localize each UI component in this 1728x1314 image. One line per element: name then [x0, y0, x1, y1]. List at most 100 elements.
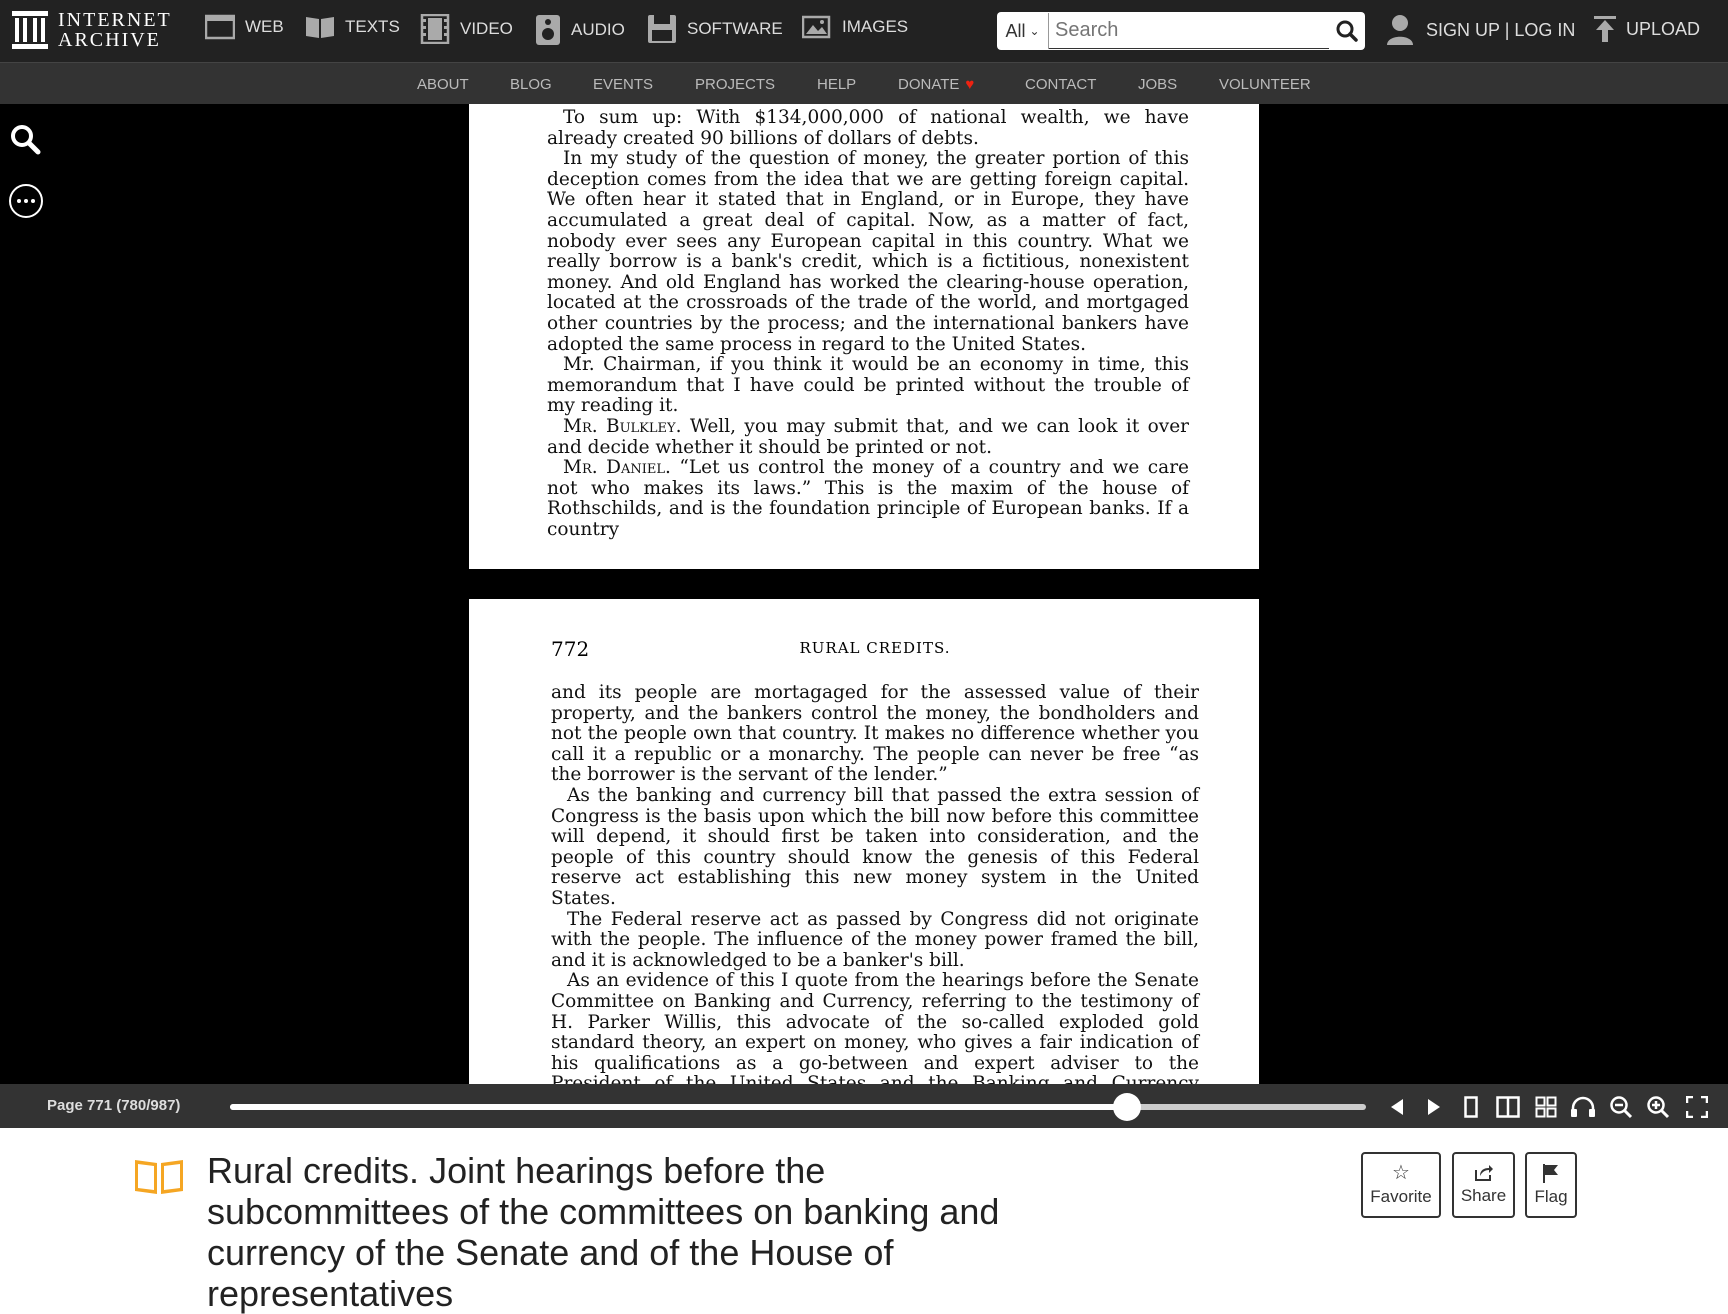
flag-button[interactable]: Flag — [1525, 1152, 1577, 1218]
media-video[interactable]: VIDEO — [420, 14, 513, 44]
book-icon — [306, 17, 334, 38]
single-page-icon — [1464, 1096, 1478, 1118]
nav-jobs[interactable]: JOBS — [1138, 76, 1177, 93]
media-audio-label: AUDIO — [571, 20, 625, 39]
login-link[interactable]: LOG IN — [1514, 20, 1575, 40]
zoom-out-icon — [1610, 1096, 1633, 1119]
previous-page-button[interactable] — [1384, 1094, 1410, 1120]
thumbnail-view-button[interactable] — [1533, 1094, 1559, 1120]
page-paragraph: As an evidence of this I quote from the … — [551, 970, 1199, 1084]
media-web[interactable]: WEB — [205, 14, 284, 40]
page-paragraph: The Federal reserve act as passed by Con… — [551, 908, 1199, 971]
next-page-button[interactable] — [1421, 1094, 1447, 1120]
media-software-label: SOFTWARE — [687, 19, 783, 38]
reader-search-button[interactable] — [8, 122, 44, 161]
search-input[interactable] — [1049, 13, 1329, 49]
favorite-button[interactable]: ☆ Favorite — [1361, 1152, 1441, 1218]
share-icon — [1474, 1165, 1493, 1181]
page-paragraph: As the banking and currency bill that pa… — [551, 784, 1199, 909]
media-images-label: IMAGES — [842, 17, 909, 36]
speaker-name: Mr. Bulkley. — [563, 415, 682, 437]
zoom-in-button[interactable] — [1645, 1094, 1671, 1120]
logo-line-1: INTERNET — [58, 9, 172, 31]
heart-icon: ♥ — [965, 76, 975, 93]
two-page-icon — [1496, 1096, 1520, 1118]
page-text: and its people are mortagaged for the as… — [551, 682, 1199, 1084]
nav-about[interactable]: ABOUT — [417, 76, 469, 93]
media-texts-label: TEXTS — [345, 17, 400, 36]
nav-events[interactable]: EVENTS — [593, 76, 653, 93]
fullscreen-button[interactable] — [1684, 1094, 1710, 1120]
media-audio[interactable]: AUDIO — [535, 14, 625, 46]
auth-separator: | — [1504, 19, 1510, 40]
user-area: SIGN UP | LOG IN — [1386, 14, 1575, 46]
book-reader: To sum up: With $134,000,000 of national… — [0, 104, 1728, 1084]
floppy-icon — [648, 15, 676, 43]
share-button[interactable]: Share — [1452, 1152, 1515, 1218]
image-icon — [802, 15, 831, 39]
page-slider-fill — [230, 1104, 1128, 1110]
nav-volunteer[interactable]: VOLUNTEER — [1219, 76, 1311, 93]
read-aloud-button[interactable] — [1570, 1094, 1596, 1120]
signup-link[interactable]: SIGN UP — [1426, 20, 1500, 40]
zoom-in-icon — [1647, 1096, 1670, 1119]
reader-controls: Page 771 (780/987) — [0, 1084, 1728, 1128]
zoom-out-button[interactable] — [1608, 1094, 1634, 1120]
more-options-icon — [9, 184, 43, 218]
grid-icon — [1535, 1096, 1557, 1118]
upload-icon — [1594, 16, 1616, 42]
running-head: RURAL CREDITS. — [799, 639, 951, 657]
nav-projects[interactable]: PROJECTS — [695, 76, 775, 93]
book-page-current: 772 RURAL CREDITS. and its people are mo… — [469, 599, 1259, 1084]
share-label: Share — [1460, 1186, 1507, 1205]
page-paragraph: and its people are mortagaged for the as… — [551, 682, 1199, 786]
upload-button[interactable]: UPLOAD — [1594, 16, 1700, 42]
book-icon — [135, 1160, 183, 1194]
logo-text: INTERNET ARCHIVE — [58, 10, 172, 50]
book-page-previous: To sum up: With $134,000,000 of national… — [469, 104, 1259, 569]
media-video-label: VIDEO — [460, 19, 513, 38]
headphones-icon — [1571, 1096, 1595, 1117]
reader-more-button[interactable] — [8, 183, 44, 224]
flag-label: Flag — [1534, 1187, 1568, 1206]
star-icon: ☆ — [1392, 1162, 1410, 1184]
upload-label: UPLOAD — [1626, 18, 1701, 39]
arrow-right-icon — [1428, 1099, 1440, 1115]
logo-line-2: ARCHIVE — [58, 29, 161, 51]
page-paragraph: Mr. Bulkley. Well, you may submit that, … — [547, 415, 1189, 458]
media-texts[interactable]: TEXTS — [305, 14, 400, 40]
page-paragraph: Mr. Daniel. “Let us control the money of… — [547, 457, 1189, 540]
page-paragraph: In my study of the question of money, th… — [547, 148, 1189, 355]
search-scope-value: All — [1005, 20, 1026, 41]
two-page-view-button[interactable] — [1495, 1094, 1521, 1120]
nav-help[interactable]: HELP — [817, 76, 856, 93]
search-box: All ⌄ — [997, 12, 1365, 50]
page-text: To sum up: With $134,000,000 of national… — [547, 107, 1189, 540]
nav-contact[interactable]: CONTACT — [1025, 76, 1096, 93]
search-submit-button[interactable] — [1329, 13, 1365, 49]
film-icon — [420, 14, 450, 44]
nav-donate[interactable]: DONATE ♥ — [898, 76, 974, 93]
media-images[interactable]: IMAGES — [802, 14, 908, 40]
page-indicator: Page 771 (780/987) — [47, 1097, 181, 1114]
fullscreen-icon — [1686, 1096, 1708, 1118]
item-title: Rural credits. Joint hearings before the… — [207, 1150, 1000, 1314]
top-navigation: INTERNET ARCHIVE WEB TEXTS VIDEO AUDIO S… — [0, 0, 1728, 62]
media-software[interactable]: SOFTWARE — [647, 14, 783, 44]
nav-donate-label: DONATE — [898, 76, 960, 93]
chevron-down-icon: ⌄ — [1029, 24, 1040, 38]
user-icon — [1387, 15, 1413, 45]
flag-icon — [1543, 1164, 1558, 1183]
one-page-view-button[interactable] — [1458, 1094, 1484, 1120]
nav-blog[interactable]: BLOG — [510, 76, 552, 93]
arrow-left-icon — [1391, 1099, 1403, 1115]
search-icon — [1336, 20, 1358, 42]
search-scope-select[interactable]: All ⌄ — [997, 13, 1049, 49]
item-details: Rural credits. Joint hearings before the… — [0, 1128, 1728, 1314]
page-slider[interactable] — [230, 1093, 1366, 1121]
page-slider-handle[interactable] — [1113, 1093, 1142, 1121]
speaker-icon — [536, 15, 560, 45]
secondary-navigation: ABOUT BLOG EVENTS PROJECTS HELP DONATE ♥ … — [0, 62, 1728, 104]
internet-archive-logo[interactable]: INTERNET ARCHIVE — [12, 10, 172, 50]
favorite-label: Favorite — [1370, 1187, 1432, 1206]
